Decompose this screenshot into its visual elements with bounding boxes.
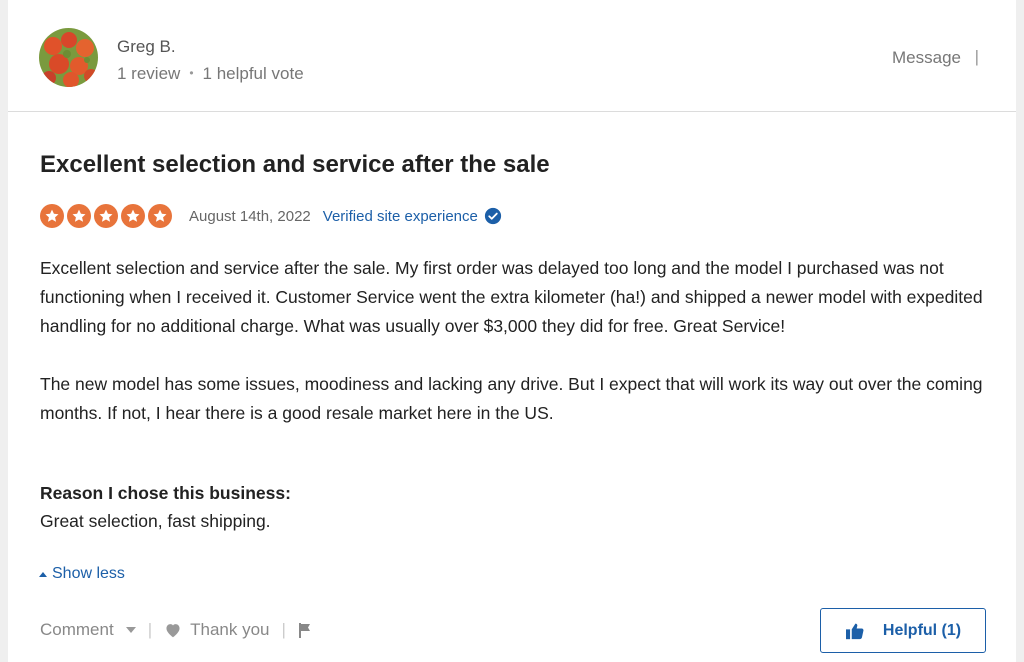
review-paragraph: The new model has some issues, moodiness… <box>40 374 983 423</box>
verified-badge[interactable]: Verified site experience <box>323 207 502 225</box>
helpful-button[interactable]: Helpful (1) <box>820 608 986 653</box>
action-separator: | <box>147 620 153 639</box>
avatar[interactable] <box>39 28 98 87</box>
review-paragraph: Excellent selection and service after th… <box>40 258 983 336</box>
helpful-vote-count: 1 helpful vote <box>202 64 304 83</box>
chevron-down-icon <box>125 627 136 633</box>
verified-check-icon <box>484 207 501 225</box>
review-date: August 14th, 2022 <box>189 207 311 225</box>
action-separator: | <box>281 620 286 639</box>
flag-icon <box>298 622 310 638</box>
star-icon <box>67 204 91 228</box>
star-icon <box>94 204 118 228</box>
review-title: Excellent selection and service after th… <box>40 151 550 178</box>
show-less-link[interactable]: Show less <box>39 565 125 583</box>
comment-label: Comment <box>40 620 114 639</box>
message-button[interactable]: Message <box>892 48 961 68</box>
reason-text: Great selection, fast shipping. <box>40 511 271 531</box>
reviewer-header: Greg B. 1 review • 1 helpful vote Message … <box>8 0 1016 112</box>
verified-label: Verified site experience <box>322 207 478 225</box>
stats-separator: • <box>189 66 194 80</box>
thank-you-label: Thank you <box>190 620 270 639</box>
star-icon <box>40 204 64 228</box>
thumbs-up-icon <box>845 623 864 639</box>
star-rating <box>40 204 172 228</box>
review-count: 1 review <box>117 64 181 83</box>
reviewer-name[interactable]: Greg B. <box>117 37 176 57</box>
rating-row: August 14th, 2022 Verified site experien… <box>40 203 502 229</box>
reviewer-stats: 1 review • 1 helpful vote <box>117 64 304 84</box>
review-actions: Comment | Thank you | <box>40 618 314 642</box>
show-less-label: Show less <box>52 565 125 582</box>
report-button[interactable] <box>298 622 314 639</box>
caret-up-icon <box>39 571 47 577</box>
reason-heading: Reason I chose this business: <box>40 483 291 503</box>
star-icon <box>148 204 172 228</box>
comment-button[interactable]: Comment <box>40 620 136 640</box>
heart-icon <box>166 624 180 638</box>
review-body: Excellent selection and service after th… <box>40 254 990 457</box>
header-divider: | <box>974 47 979 66</box>
helpful-label: Helpful (1) <box>882 621 962 639</box>
review-card: Greg B. 1 review • 1 helpful vote Message … <box>8 0 1016 662</box>
star-icon <box>121 204 145 228</box>
thank-you-button[interactable]: Thank you <box>164 620 270 640</box>
